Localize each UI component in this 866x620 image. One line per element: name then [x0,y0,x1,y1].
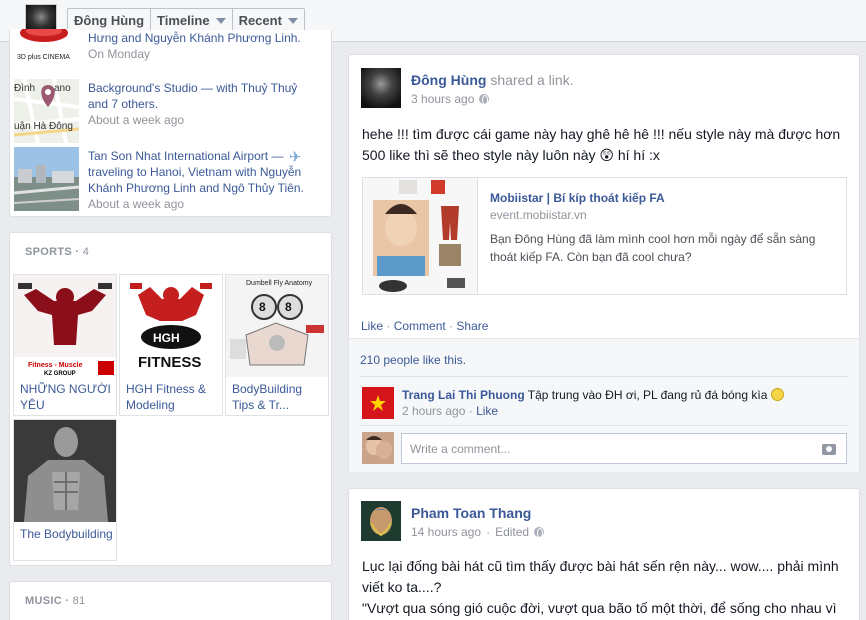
sports-tile[interactable]: The Bodybuilding [13,419,117,561]
sports-card: SPORTS · 4 Fitness - Muscle KZ GROUP NHỮ… [9,232,332,566]
music-title: MUSIC [25,595,62,607]
post-header: Đông Hùng shared a link. [411,72,574,88]
likes-count[interactable]: 210 people like this. [360,353,466,367]
feed-post: Đông Hùng shared a link. 3 hours ago heh… [348,54,860,472]
sports-tile-label[interactable]: HGH Fitness & Modeling [126,381,220,413]
sports-tile-label[interactable]: The Bodybuilding [20,526,114,542]
place-text: Background's Studio — with Thuỷ Thuỷ and… [88,80,313,128]
feed-post: Pham Toan Thang 14 hours ago · Edited Lụ… [348,488,860,620]
dumbell-caption: Dumbell Fly Anatomy [246,280,313,287]
link-description: Bạn Đông Hùng đã làm mình cool hơn mỗi n… [490,232,816,264]
post-author-avatar[interactable] [361,501,401,541]
link-domain: event.mobiistar.vn [490,208,587,222]
camera-icon[interactable] [822,444,836,455]
sports-tile[interactable]: HGH FITNESS HGH Fitness & Modeling [119,274,223,416]
sports-count: 4 [82,246,90,258]
edited-label[interactable]: Edited [495,525,529,539]
airplane-icon: ✈ [289,149,302,166]
music-count: 81 [72,595,86,607]
chevron-down-icon [287,17,298,24]
sports-tile-label[interactable]: NHỮNG NGƯỜI YÊU [20,381,114,413]
post-timestamp[interactable]: 14 hours ago [411,525,481,539]
hgh-fitness-logo[interactable]: HGH FITNESS [120,275,222,377]
post-meta: 3 hours ago [411,92,490,106]
fitness-caption: Fitness - Muscle [28,362,83,369]
place-text: Tan Son Nhat International Airport — tra… [88,148,313,212]
place-text: Hưng and Nguyễn Khánh Phương Linh. On Mo… [88,30,313,62]
link-title[interactable]: Mobiistar | Bí kíp thoát kiếp FA [490,191,665,205]
place-item[interactable]: Đình ano uận Hà Đông Background's Studio… [13,79,329,143]
sports-section-title[interactable]: SPORTS · 4 [25,246,89,258]
comment-placeholder: Write a comment... [410,442,511,456]
sports-title: SPORTS [25,246,73,258]
map-label-ha-dong: uận Hà Đông [14,121,73,132]
divider [360,376,848,377]
comment-like-button[interactable]: Like [476,404,498,418]
svg-text:8: 8 [285,300,292,314]
link-preview[interactable]: Mobiistar | Bí kíp thoát kiếp FA event.m… [362,177,847,295]
comment-button[interactable]: Comment [394,319,446,333]
place-description[interactable]: Hưng and Nguyễn Khánh Phương Linh. [88,30,313,46]
post-meta: 14 hours ago · Edited [411,525,545,539]
post-body-text: Lục lại đống bài hát cũ tìm thấy được bà… [362,556,854,619]
post-author-name[interactable]: Pham Toan Thang [411,505,531,521]
hgh-fitness-caption: FITNESS [138,354,201,371]
music-section-title[interactable]: MUSIC · 81 [25,595,85,607]
globe-icon[interactable] [534,527,545,538]
sports-tile[interactable]: Fitness - Muscle KZ GROUP NHỮNG NGƯỜI YÊ… [13,274,117,416]
map-label-ano: ano [54,83,71,94]
place-description[interactable]: Tan Son Nhat International Airport — tra… [88,148,313,196]
cinema-logo-text: 3D plus CINEMA [17,54,70,61]
divider [360,425,848,426]
commenter-name[interactable]: Trang Lai Thi Phuong [402,388,525,402]
bodybuilding-photo[interactable] [14,420,116,522]
airport-photo[interactable] [14,147,79,211]
comment-item: Trang Lai Thi Phuong Tập trung vào ĐH ơi… [360,386,848,422]
map-label-dinh: Đình [14,83,35,94]
like-button[interactable]: Like [361,319,383,333]
my-avatar [362,432,394,464]
place-item[interactable]: Tan Son Nhat International Airport — tra… [13,147,329,211]
place-time[interactable]: About a week ago [88,112,313,128]
post-body-line: "Vượt qua sóng gió cuộc đời, vượt qua bã… [362,600,837,616]
music-card: MUSIC · 81 [9,581,332,620]
svg-text:8: 8 [259,300,266,314]
place-time[interactable]: On Monday [88,46,313,62]
smile-emoji-icon [770,388,784,401]
sports-tile[interactable]: Dumbell Fly Anatomy 8 8 BodyBuilding Tip… [225,274,329,416]
post-actions: Like · Comment · Share [361,319,489,333]
comment-time[interactable]: 2 hours ago [402,404,465,418]
sports-tile-label[interactable]: BodyBuilding Tips & Tr... [232,381,326,413]
chevron-down-icon [215,17,226,24]
post-author-name[interactable]: Đông Hùng [411,72,486,88]
link-preview-image[interactable] [363,178,478,294]
dumbell-anatomy-image[interactable]: Dumbell Fly Anatomy 8 8 [226,275,328,377]
post-action-text: shared a link. [490,72,574,88]
comment-text: Tập trung vào ĐH ơi, PL đang rủ đá bóng … [527,388,768,402]
comment-content: Trang Lai Thi Phuong Tập trung vào ĐH ơi… [402,387,842,419]
post-body-text: hehe !!! tìm được cái game này hay ghê h… [362,126,841,163]
comment-composer: Write a comment... [360,432,848,465]
share-button[interactable]: Share [456,319,488,333]
hgh-caption: HGH [153,331,180,345]
post-body-line: Lục lại đống bài hát cũ tìm thấy được bà… [362,558,839,595]
post-timestamp[interactable]: 3 hours ago [411,92,474,106]
commenter-avatar[interactable] [362,387,394,419]
post-feedback: 210 people like this. Trang Lai Thi Phuo… [349,338,859,472]
places-card: 3D plus CINEMA Hưng and Nguyễn Khánh Phư… [9,29,332,217]
globe-icon[interactable] [479,94,490,105]
comment-input[interactable]: Write a comment... [401,433,847,464]
place-time[interactable]: About a week ago [88,196,313,212]
place-description[interactable]: Background's Studio — with Thuỷ Thuỷ and… [88,80,313,112]
post-author-avatar[interactable] [361,68,401,108]
kz-group-caption: KZ GROUP [44,371,76,377]
fitness-muscle-logo[interactable]: Fitness - Muscle KZ GROUP [14,275,116,377]
map-thumbnail[interactable]: Đình ano uận Hà Đông [14,79,79,143]
